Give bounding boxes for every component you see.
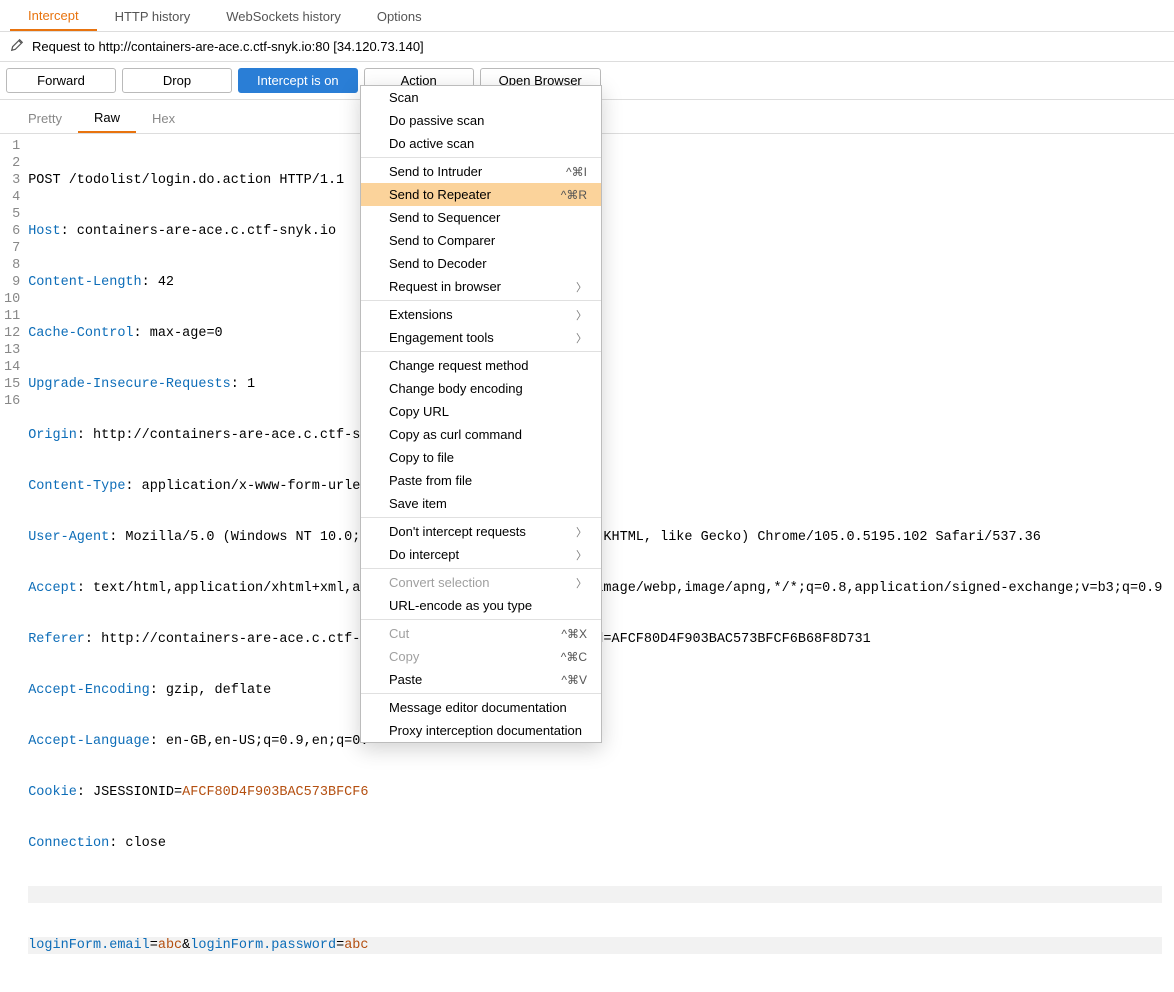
menu-send-to-intruder[interactable]: Send to Intruder^⌘I bbox=[361, 160, 601, 183]
chevron-right-icon: 〉 bbox=[576, 547, 587, 563]
menu-dont-intercept-requests[interactable]: Don't intercept requests〉 bbox=[361, 520, 601, 543]
request-info-row: Request to http://containers-are-ace.c.c… bbox=[0, 32, 1174, 62]
menu-scan[interactable]: Scan bbox=[361, 86, 601, 109]
intercept-toggle-button[interactable]: Intercept is on bbox=[238, 68, 358, 93]
menu-copy-to-file[interactable]: Copy to file bbox=[361, 446, 601, 469]
view-tab-pretty[interactable]: Pretty bbox=[12, 107, 78, 132]
menu-engagement-tools[interactable]: Engagement tools〉 bbox=[361, 326, 601, 349]
menu-send-to-decoder[interactable]: Send to Decoder bbox=[361, 252, 601, 275]
menu-do-active-scan[interactable]: Do active scan bbox=[361, 132, 601, 155]
menu-send-to-sequencer[interactable]: Send to Sequencer bbox=[361, 206, 601, 229]
menu-paste[interactable]: Paste^⌘V bbox=[361, 668, 601, 691]
request-target-label: Request to http://containers-are-ace.c.c… bbox=[26, 39, 424, 54]
menu-url-encode-as-type[interactable]: URL-encode as you type bbox=[361, 594, 601, 617]
menu-copy-url[interactable]: Copy URL bbox=[361, 400, 601, 423]
tab-intercept[interactable]: Intercept bbox=[10, 4, 97, 31]
menu-proxy-interception-docs[interactable]: Proxy interception documentation bbox=[361, 719, 601, 742]
chevron-right-icon: 〉 bbox=[576, 575, 587, 591]
menu-change-body-encoding[interactable]: Change body encoding bbox=[361, 377, 601, 400]
edit-icon bbox=[8, 38, 26, 55]
menu-copy: Copy^⌘C bbox=[361, 645, 601, 668]
menu-copy-as-curl[interactable]: Copy as curl command bbox=[361, 423, 601, 446]
menu-change-request-method[interactable]: Change request method bbox=[361, 354, 601, 377]
tab-websockets-history[interactable]: WebSockets history bbox=[208, 5, 359, 30]
action-context-menu: Scan Do passive scan Do active scan Send… bbox=[360, 85, 602, 743]
view-tab-hex[interactable]: Hex bbox=[136, 107, 191, 132]
menu-save-item[interactable]: Save item bbox=[361, 492, 601, 515]
tab-options[interactable]: Options bbox=[359, 5, 440, 30]
chevron-right-icon: 〉 bbox=[576, 307, 587, 323]
tab-http-history[interactable]: HTTP history bbox=[97, 5, 209, 30]
menu-send-to-comparer[interactable]: Send to Comparer bbox=[361, 229, 601, 252]
menu-do-passive-scan[interactable]: Do passive scan bbox=[361, 109, 601, 132]
menu-request-in-browser[interactable]: Request in browser〉 bbox=[361, 275, 601, 298]
menu-send-to-repeater[interactable]: Send to Repeater^⌘R bbox=[361, 183, 601, 206]
chevron-right-icon: 〉 bbox=[576, 279, 587, 295]
chevron-right-icon: 〉 bbox=[576, 330, 587, 346]
drop-button[interactable]: Drop bbox=[122, 68, 232, 93]
top-tabs: Intercept HTTP history WebSockets histor… bbox=[0, 0, 1174, 32]
menu-message-editor-docs[interactable]: Message editor documentation bbox=[361, 696, 601, 719]
forward-button[interactable]: Forward bbox=[6, 68, 116, 93]
menu-extensions[interactable]: Extensions〉 bbox=[361, 303, 601, 326]
menu-paste-from-file[interactable]: Paste from file bbox=[361, 469, 601, 492]
view-tab-raw[interactable]: Raw bbox=[78, 106, 136, 133]
menu-do-intercept[interactable]: Do intercept〉 bbox=[361, 543, 601, 566]
line-gutter: 12345678910111213141516 bbox=[0, 134, 26, 992]
chevron-right-icon: 〉 bbox=[576, 524, 587, 540]
menu-convert-selection: Convert selection〉 bbox=[361, 571, 601, 594]
menu-cut: Cut^⌘X bbox=[361, 622, 601, 645]
